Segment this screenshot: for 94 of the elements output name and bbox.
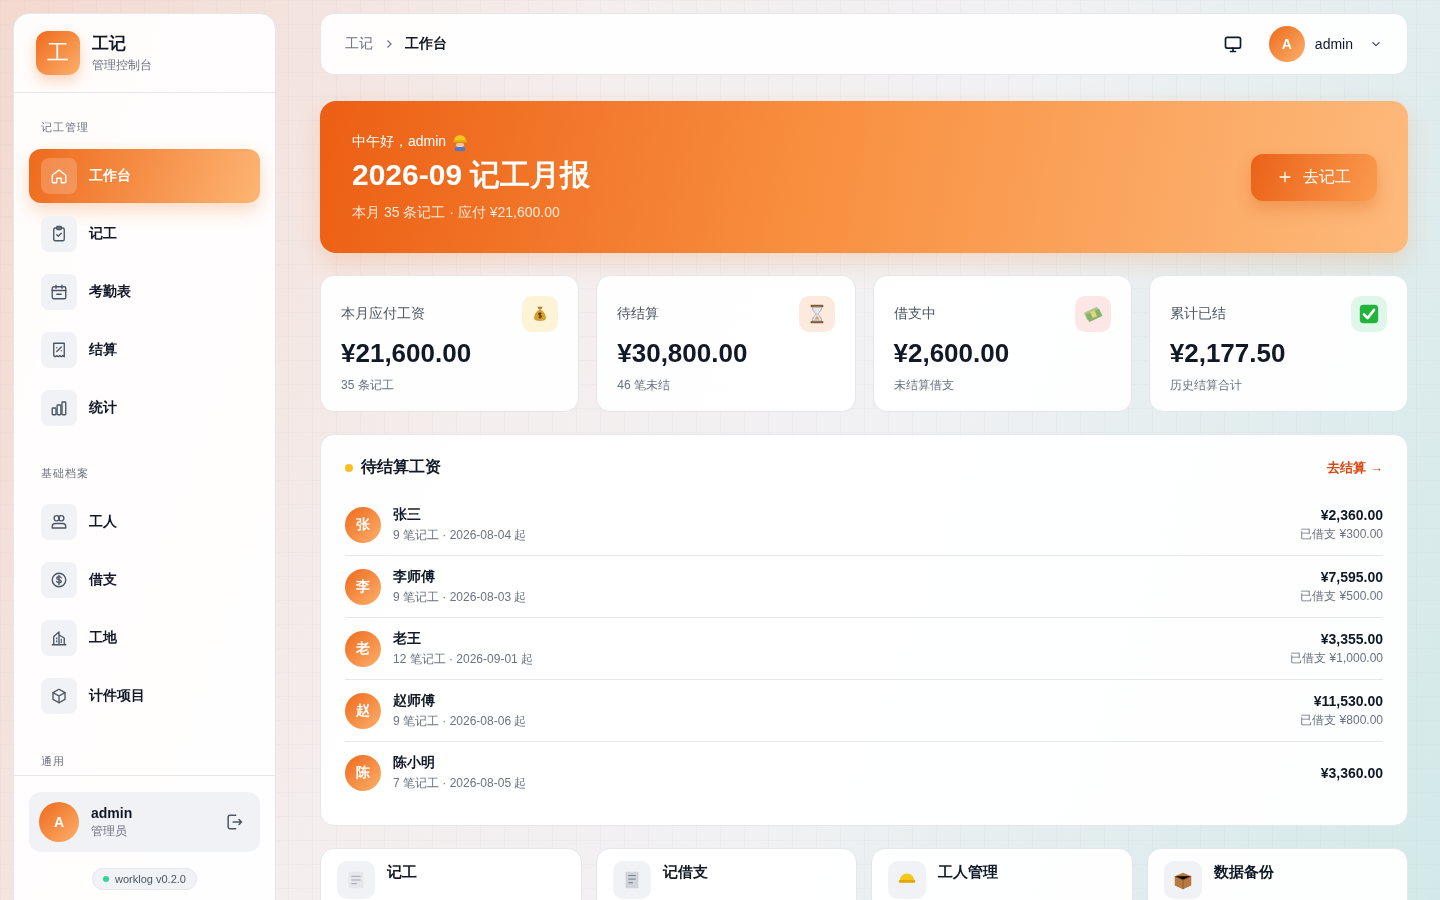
banner-summary: 本月 35 条记工 · 应付 ¥21,600.00 xyxy=(352,203,561,222)
note-icon xyxy=(337,861,375,899)
worker-name: 陈小明 xyxy=(393,753,436,772)
app-title: 工记 xyxy=(92,33,127,55)
shortcut-card[interactable]: 记借支 xyxy=(595,848,857,900)
settle-link[interactable]: 去结算 → xyxy=(1327,458,1383,477)
worker-row[interactable]: 赵 赵师傅 9 笔记工 · 2026-08-06 起 ¥11,530.00 已借支 ¥800.00 xyxy=(345,680,1383,742)
user-avatar: A xyxy=(1268,26,1305,62)
worker-avatar: 李 xyxy=(345,568,381,605)
nav-item[interactable]: 记工 xyxy=(29,207,260,261)
worker-avatar: 张 xyxy=(345,506,381,543)
stat-label: 借支中 xyxy=(893,305,936,323)
stat-value: ¥2,177.50 xyxy=(1169,338,1287,369)
worker-meta: 7 笔记工 · 2026-08-05 起 xyxy=(393,774,528,792)
worker-row[interactable]: 张 张三 9 笔记工 · 2026-08-04 起 ¥2,360.00 已借支 ¥300.00 xyxy=(345,494,1383,556)
home-icon xyxy=(50,167,68,185)
worker-meta: 9 笔记工 · 2026-08-03 起 xyxy=(393,588,528,606)
amount-due: ¥3,360.00 xyxy=(1320,764,1383,781)
nav-item[interactable]: 工人 xyxy=(29,495,260,549)
worker-name: 李师傅 xyxy=(393,567,436,586)
user-role: 管理员 xyxy=(91,822,128,840)
breadcrumb-item[interactable]: 工记 xyxy=(345,35,373,53)
nav-item[interactable]: 借支 xyxy=(29,553,260,607)
bar-chart-icon xyxy=(50,399,68,417)
monitor-icon[interactable] xyxy=(1222,34,1243,54)
banner-title: 2026-09 记工月报 xyxy=(352,156,591,193)
section-label: 基础档案 xyxy=(40,466,90,481)
helmet-icon xyxy=(452,132,469,151)
worker-row[interactable]: 陈 陈小明 7 笔记工 · 2026-08-05 起 ¥3,360.00 xyxy=(345,742,1383,803)
shortcut-label: 工人管理 xyxy=(938,863,998,882)
nav-item[interactable]: 结算 xyxy=(29,323,260,377)
borrowed-amount: 已借支 ¥500.00 xyxy=(1300,587,1383,605)
worker-row[interactable]: 李 李师傅 9 笔记工 · 2026-08-03 起 ¥7,595.00 已借支 ¥500.00 xyxy=(345,556,1383,618)
nav-item[interactable]: 计件项目 xyxy=(29,669,260,723)
shortcut-label: 记借支 xyxy=(662,863,708,882)
user-menu[interactable]: A admin xyxy=(1268,26,1383,62)
users-icon xyxy=(50,513,68,531)
stat-label: 累计已结 xyxy=(1169,305,1226,323)
borrowed-amount: 已借支 ¥300.00 xyxy=(1300,525,1383,543)
nav-item[interactable]: 工地 xyxy=(29,611,260,665)
nav-item[interactable]: 统计 xyxy=(29,381,260,435)
worker-meta: 9 笔记工 · 2026-08-06 起 xyxy=(393,712,528,730)
shortcut-card[interactable]: 数据备份 xyxy=(1146,848,1408,900)
building-icon xyxy=(50,629,68,647)
borrowed-amount: 已借支 ¥1,000.00 xyxy=(1290,649,1383,667)
box-icon xyxy=(1163,861,1202,899)
logout-button[interactable] xyxy=(224,812,244,832)
amount-due: ¥3,355.00 xyxy=(1320,630,1383,647)
stat-label: 待结算 xyxy=(617,305,660,323)
shortcut-card[interactable]: 工人管理 xyxy=(871,848,1133,900)
user-name: admin xyxy=(91,804,134,821)
receipt-icon xyxy=(50,341,68,359)
version-badge: worklog v0.2.0 xyxy=(92,868,197,890)
worker-meta: 9 笔记工 · 2026-08-04 起 xyxy=(393,526,528,544)
helmet-icon xyxy=(888,861,926,899)
section-label: 记工管理 xyxy=(40,120,90,135)
stat-note: 35 条记工 xyxy=(341,377,395,394)
worker-name: 赵师傅 xyxy=(393,691,436,710)
borrowed-amount: 已借支 ¥800.00 xyxy=(1300,711,1383,729)
amount-due: ¥2,360.00 xyxy=(1320,506,1383,523)
stat-note: 历史结算合计 xyxy=(1169,377,1243,394)
dollar-icon xyxy=(50,571,68,589)
stat-value: ¥21,600.00 xyxy=(341,338,473,369)
status-dot xyxy=(345,463,353,472)
greeting-text: 中午好，admin xyxy=(352,132,447,151)
amount-due: ¥11,530.00 xyxy=(1313,692,1383,709)
plus-icon xyxy=(1277,169,1293,185)
shortcut-label: 数据备份 xyxy=(1213,863,1274,882)
section-label: 通用 xyxy=(40,754,66,769)
receipt-icon xyxy=(612,861,651,899)
stat-label: 本月应付工资 xyxy=(341,305,425,323)
worker-row[interactable]: 老 老王 12 笔记工 · 2026-09-01 起 ¥3,355.00 已借支 ¥1,000.00 xyxy=(345,618,1383,680)
worker-avatar: 老 xyxy=(345,630,381,667)
worker-meta: 12 笔记工 · 2026-09-01 起 xyxy=(393,650,535,668)
stat-value: ¥30,800.00 xyxy=(617,338,749,369)
stat-value: ¥2,600.00 xyxy=(893,338,1011,369)
breadcrumb-item: 工作台 xyxy=(405,35,447,53)
stat-note: 未结算借支 xyxy=(893,377,955,394)
shortcut-label: 记工 xyxy=(387,863,417,882)
cube-icon xyxy=(50,687,68,705)
worker-name: 张三 xyxy=(393,505,422,524)
stat-note: 46 笔未结 xyxy=(617,377,671,394)
nav-item[interactable]: 考勤表 xyxy=(29,265,260,319)
calendar-icon xyxy=(50,283,68,301)
app-logo: 工 xyxy=(36,31,80,75)
worker-avatar: 陈 xyxy=(345,754,381,791)
worker-avatar: 赵 xyxy=(345,692,381,729)
user-avatar: A xyxy=(39,802,79,842)
clipboard-check-icon xyxy=(50,225,68,243)
app-subtitle: 管理控制台 xyxy=(92,57,152,74)
worker-name: 老王 xyxy=(393,629,422,648)
shortcut-card[interactable]: 记工 xyxy=(320,848,582,900)
amount-due: ¥7,595.00 xyxy=(1320,568,1383,585)
card-title: 待结算工资 xyxy=(361,457,441,477)
